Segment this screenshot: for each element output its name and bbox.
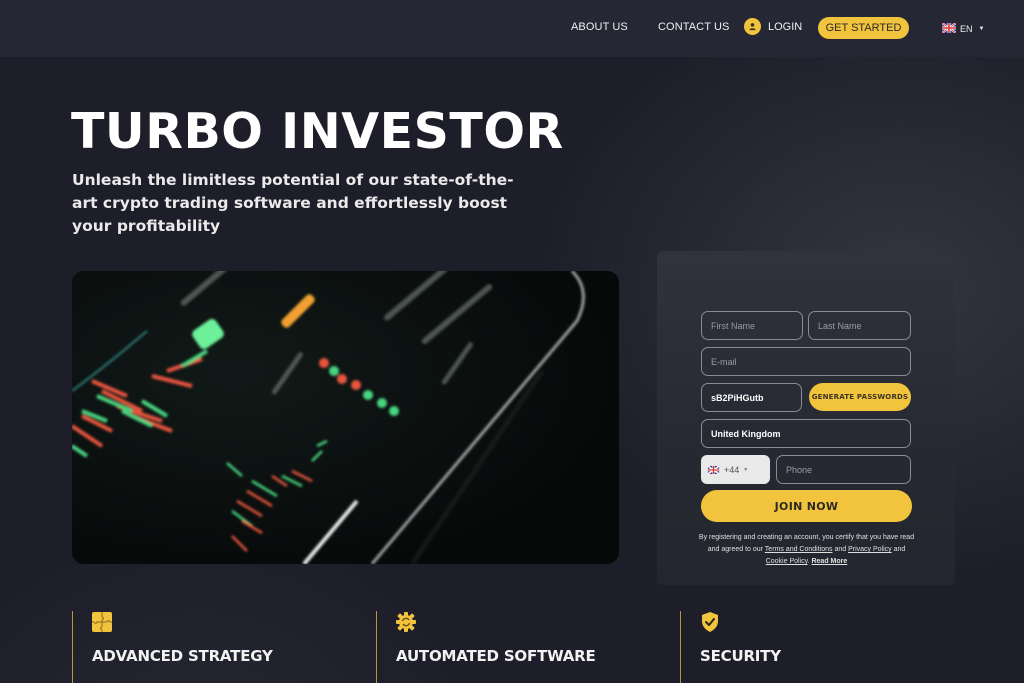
email-input[interactable] bbox=[701, 347, 911, 376]
language-code: EN bbox=[960, 24, 973, 34]
phone-country-code-select[interactable]: +44 ▼ bbox=[701, 455, 770, 484]
read-more-link[interactable]: Read More bbox=[811, 558, 847, 565]
phone-code: +44 bbox=[724, 464, 740, 475]
nav-about-us[interactable]: ABOUT US bbox=[571, 21, 628, 33]
puzzle-icon bbox=[91, 611, 113, 633]
chevron-down-icon: ▼ bbox=[978, 26, 985, 32]
terms-link[interactable]: Terms and Conditions bbox=[765, 546, 833, 553]
generate-passwords-button[interactable]: GENERATE PASSWORDS bbox=[809, 383, 911, 411]
feature-title: SECURITY bbox=[700, 647, 781, 665]
login-label: LOGIN bbox=[768, 20, 803, 33]
login-link[interactable]: LOGIN bbox=[744, 18, 802, 35]
get-started-button[interactable]: GET STARTED bbox=[818, 17, 909, 39]
feature-security: SECURITY bbox=[680, 611, 980, 683]
shield-check-icon bbox=[699, 611, 721, 633]
feature-advanced-strategy: ADVANCED STRATEGY bbox=[72, 611, 372, 683]
country-select[interactable] bbox=[701, 419, 911, 448]
chevron-down-icon: ▼ bbox=[743, 466, 749, 473]
uk-flag-icon bbox=[707, 461, 720, 479]
hero-subtitle: Unleash the limitless potential of our s… bbox=[72, 171, 514, 235]
phone-input[interactable] bbox=[776, 455, 911, 484]
cookie-policy-link[interactable]: Cookie Policy bbox=[766, 558, 808, 565]
language-selector[interactable]: EN ▼ bbox=[941, 20, 985, 38]
last-name-input[interactable] bbox=[808, 311, 911, 340]
gear-sync-icon bbox=[395, 611, 417, 633]
feature-automated-software: AUTOMATED SOFTWARE bbox=[376, 611, 676, 683]
hero-title: TURBO INVESTOR bbox=[71, 103, 564, 160]
feature-title: ADVANCED STRATEGY bbox=[92, 647, 273, 665]
trading-chart-image bbox=[72, 271, 619, 564]
legal-text: and bbox=[891, 546, 906, 553]
privacy-policy-link[interactable]: Privacy Policy bbox=[848, 546, 892, 553]
top-navigation: ABOUT US CONTACT US LOGIN GET STARTED EN… bbox=[0, 0, 1024, 57]
first-name-input[interactable] bbox=[701, 311, 803, 340]
legal-text: and bbox=[832, 546, 849, 553]
nav-contact-us[interactable]: CONTACT US bbox=[658, 21, 730, 33]
legal-disclaimer: By registering and creating an account, … bbox=[697, 532, 916, 568]
user-icon bbox=[744, 18, 761, 35]
feature-title: AUTOMATED SOFTWARE bbox=[396, 647, 596, 665]
join-now-button[interactable]: JOIN NOW bbox=[701, 490, 912, 522]
signup-form: GENERATE PASSWORDS +44 ▼ JOIN NOW By reg… bbox=[657, 251, 955, 585]
password-input[interactable] bbox=[701, 383, 802, 412]
uk-flag-icon bbox=[941, 20, 957, 38]
